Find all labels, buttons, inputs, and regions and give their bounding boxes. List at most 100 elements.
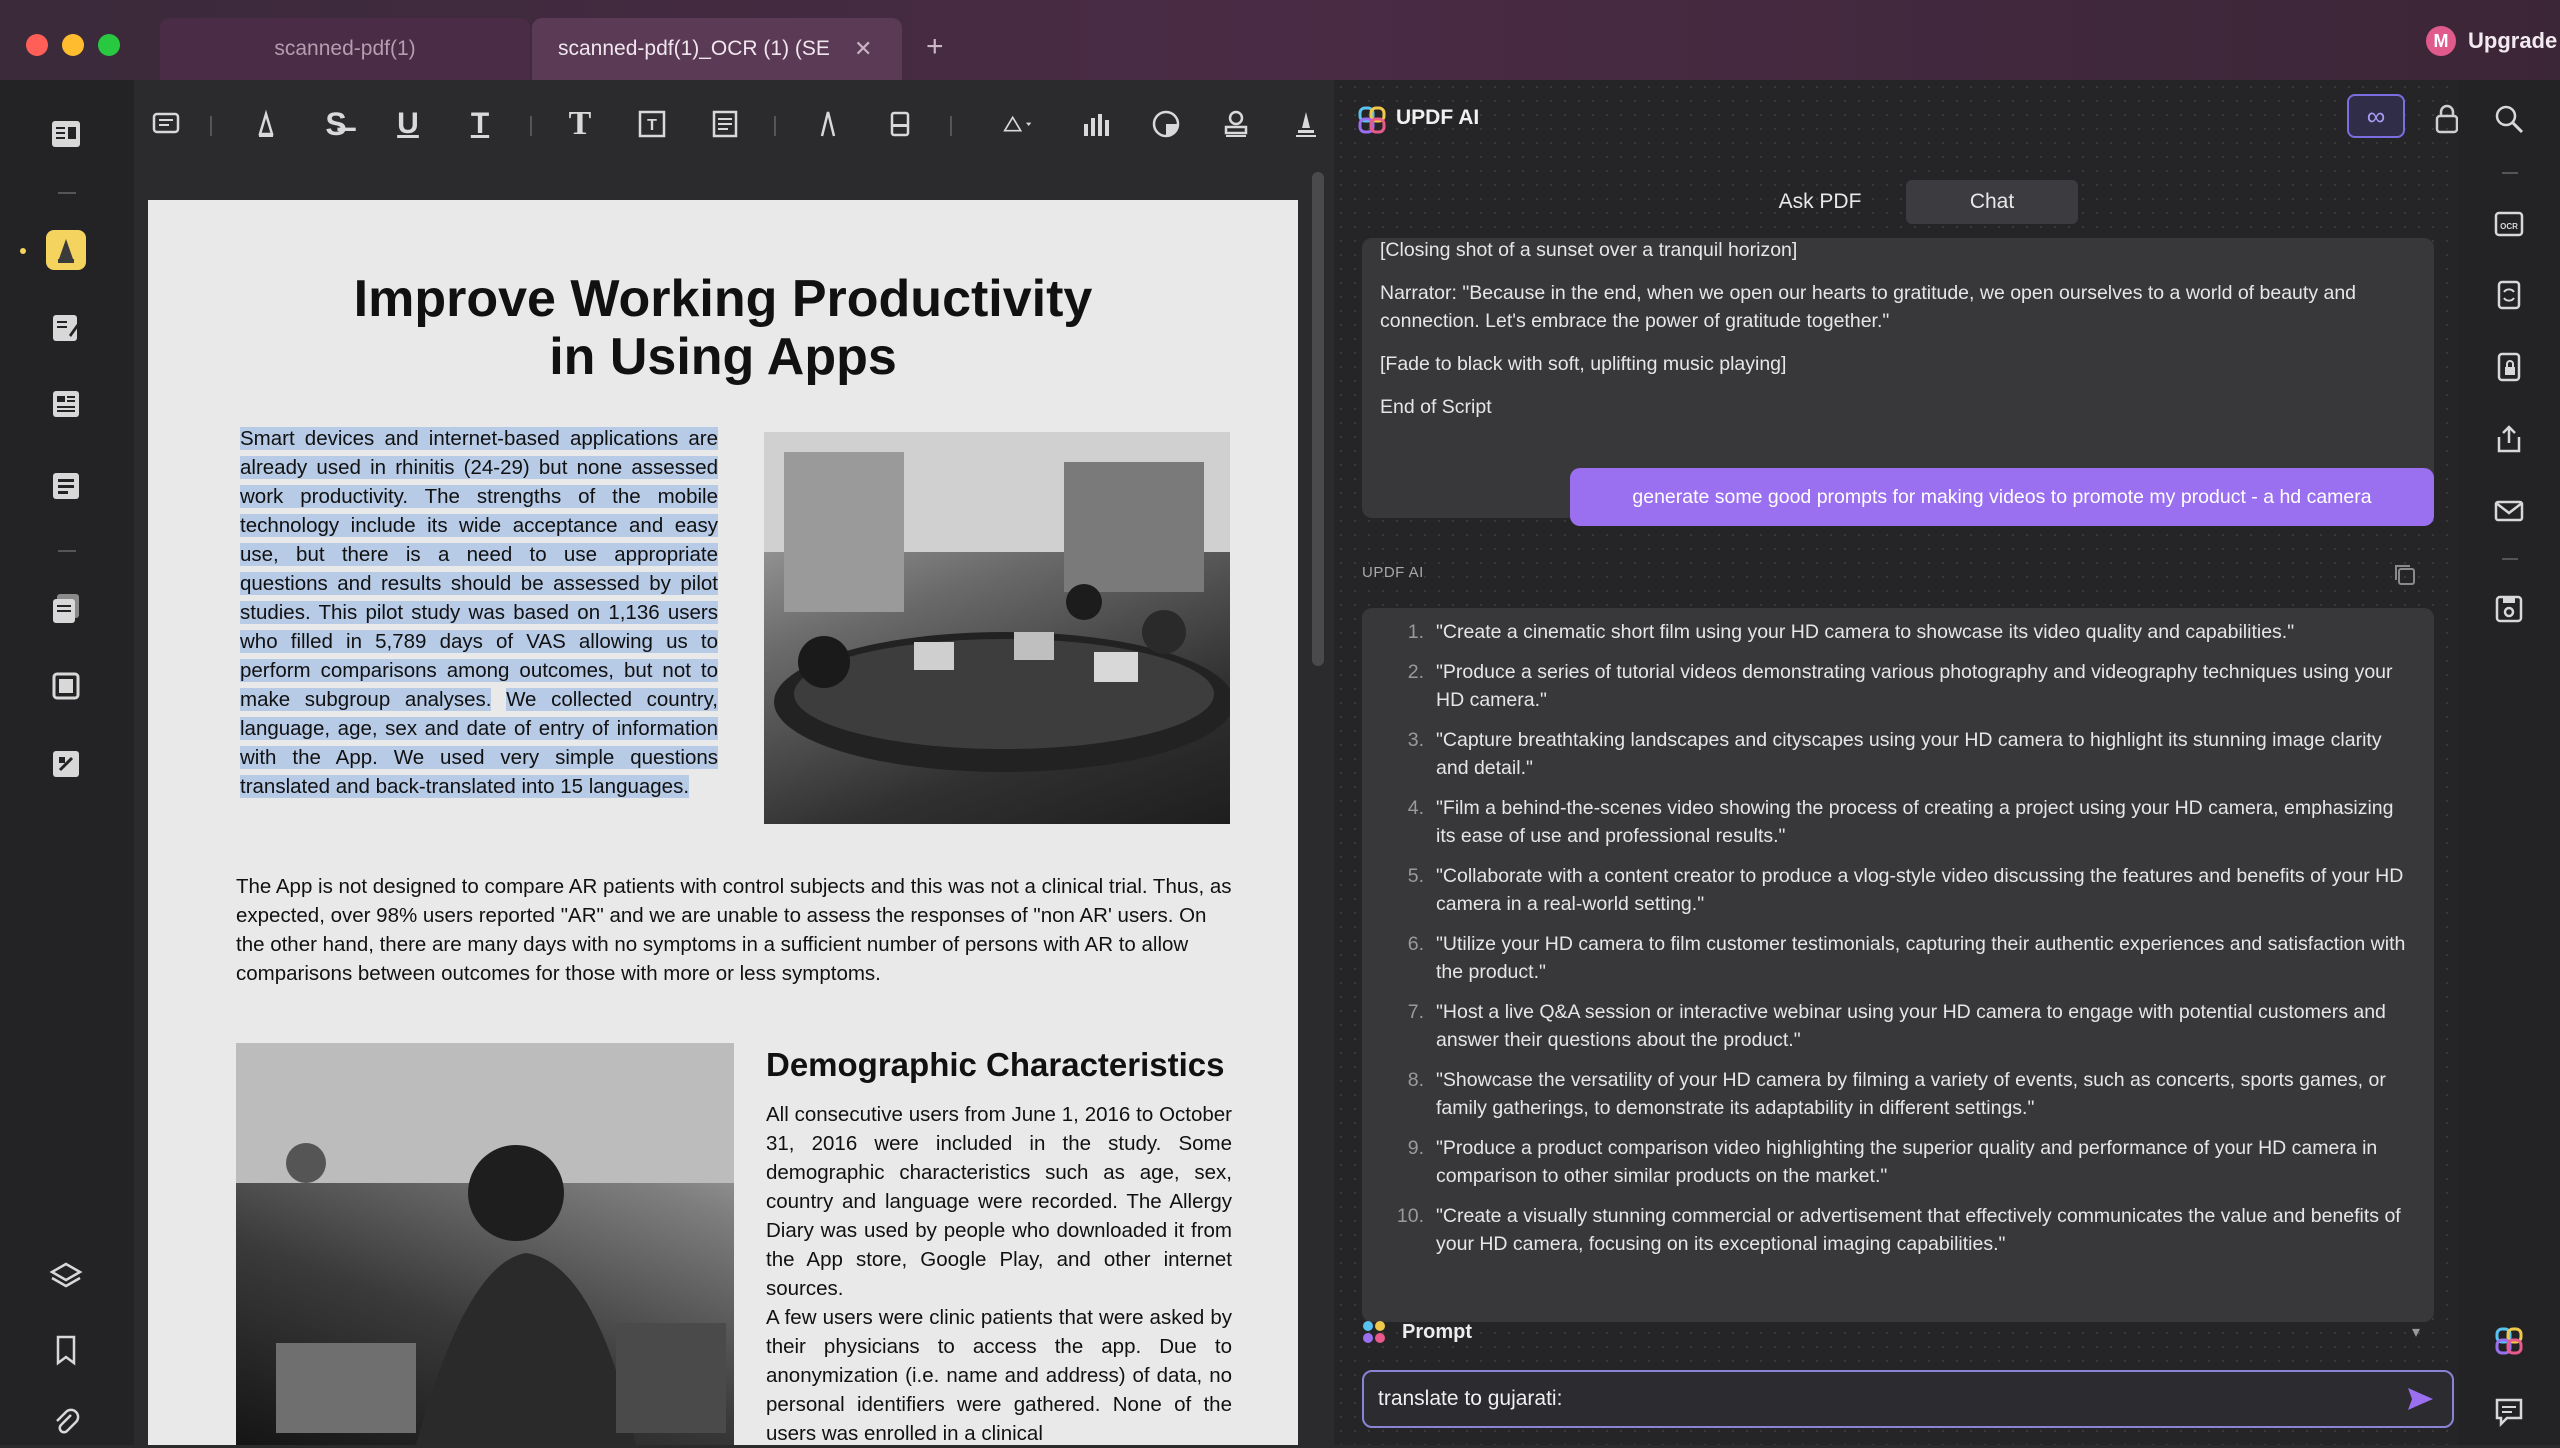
- tab-chat[interactable]: Chat: [1906, 180, 2078, 224]
- avatar: M: [2426, 26, 2456, 56]
- list-item: 10. "Create a visually stunning commercia…: [1380, 1202, 2416, 1258]
- updf-ai-icon[interactable]: [2490, 1322, 2528, 1360]
- convert-icon[interactable]: [2490, 276, 2528, 314]
- pdf-page[interactable]: Improve Working Productivity in Using Ap…: [148, 200, 1298, 1445]
- strikethrough-icon[interactable]: S̶: [314, 102, 358, 146]
- paragraph-text: All consecutive users from June 1, 2016 …: [766, 1100, 1232, 1448]
- send-button[interactable]: [2402, 1381, 2438, 1417]
- list-text: "Utilize your HD camera to film customer…: [1436, 933, 2406, 983]
- chevron-down-icon[interactable]: ▾: [2412, 1322, 2420, 1342]
- ai-response: 1. "Create a cinematic short film using y…: [1362, 608, 2434, 1322]
- document-scrollbar[interactable]: [1312, 172, 1324, 666]
- list-text: "Showcase the versatility of your HD cam…: [1436, 1069, 2386, 1119]
- stamp-icon[interactable]: [1214, 102, 1258, 146]
- unlimited-plan-button[interactable]: ∞: [2347, 94, 2405, 138]
- comment-mode-icon[interactable]: [46, 230, 86, 270]
- list-number: 4.: [1407, 797, 1424, 819]
- list-text: "Collaborate with a content creator to p…: [1436, 865, 2404, 915]
- responder-label: UPDF AI: [1362, 564, 1424, 581]
- edit-pdf-icon[interactable]: [46, 308, 86, 348]
- text-box-icon[interactable]: T: [630, 102, 674, 146]
- upgrade-button[interactable]: M Upgrade: [2426, 26, 2557, 56]
- list-text: "Host a live Q&A session or interactive …: [1436, 1001, 2386, 1051]
- text-icon[interactable]: T: [558, 102, 602, 146]
- minimize-window-button[interactable]: [62, 34, 84, 56]
- section-heading: Demographic Characteristics: [766, 1046, 1225, 1083]
- tab-scanned-pdf-ocr[interactable]: scanned-pdf(1)_OCR (1) (SE ✕: [532, 18, 902, 80]
- list-item: 2. "Produce a series of tutorial videos d…: [1380, 658, 2416, 714]
- signature-icon[interactable]: [1284, 102, 1328, 146]
- organize-pages-icon[interactable]: [46, 466, 86, 506]
- protect-pdf-icon[interactable]: [2490, 348, 2528, 386]
- share-icon[interactable]: [2490, 420, 2528, 458]
- highlighted-paragraph[interactable]: Smart devices and internet-based applica…: [240, 424, 718, 801]
- divider: [950, 116, 952, 136]
- ai-panel: UPDF AI ∞ Ask PDF Chat [Closing shot of …: [1334, 80, 2468, 1445]
- divider: [774, 116, 776, 136]
- search-icon[interactable]: [2490, 100, 2528, 138]
- attachment-icon[interactable]: [46, 1402, 86, 1442]
- close-tab-icon[interactable]: ✕: [854, 36, 872, 62]
- new-tab-button[interactable]: +: [926, 30, 944, 64]
- ocr-icon[interactable]: OCR: [2490, 204, 2528, 242]
- list-text: "Produce a series of tutorial videos dem…: [1436, 661, 2393, 711]
- active-indicator: [20, 248, 26, 254]
- send-icon: [2408, 1388, 2433, 1410]
- ai-header: UPDF AI ∞: [1334, 80, 2460, 160]
- eraser-icon[interactable]: [878, 102, 922, 146]
- list-number: 1.: [1407, 621, 1424, 643]
- title-line-2: in Using Apps: [549, 328, 897, 386]
- prompt-list: 1. "Create a cinematic short film using y…: [1380, 618, 2416, 1258]
- ocr-tool-icon[interactable]: [46, 588, 86, 628]
- prompt-selector[interactable]: Prompt ▾: [1360, 1312, 2440, 1352]
- maximize-window-button[interactable]: [98, 34, 120, 56]
- paragraph-text: A few users were clinic patients that we…: [766, 1306, 1232, 1445]
- response-line: Narrator: "Because in the end, when we o…: [1380, 282, 2357, 332]
- highlight-icon[interactable]: [244, 102, 288, 146]
- squiggly-icon[interactable]: T: [458, 102, 502, 146]
- pencil-icon[interactable]: [806, 102, 850, 146]
- list-text: "Film a behind-the-scenes video showing …: [1436, 797, 2394, 847]
- list-item: 4. "Film a behind-the-scenes video showin…: [1380, 794, 2416, 850]
- close-window-button[interactable]: [26, 34, 48, 56]
- text-callout-icon[interactable]: [702, 102, 746, 146]
- email-icon[interactable]: [2490, 492, 2528, 530]
- tab-scanned-pdf[interactable]: scanned-pdf(1): [160, 18, 530, 80]
- protect-icon[interactable]: [46, 744, 86, 784]
- save-icon[interactable]: [2490, 590, 2528, 628]
- list-item: 9. "Produce a product comparison video hi…: [1380, 1134, 2416, 1190]
- list-number: 5.: [1407, 865, 1424, 887]
- title-bar: scanned-pdf(1) scanned-pdf(1)_OCR (1) (S…: [0, 0, 2560, 80]
- list-item: 8. "Showcase the versatility of your HD c…: [1380, 1066, 2416, 1122]
- form-icon[interactable]: [46, 384, 86, 424]
- crop-pages-icon[interactable]: [46, 666, 86, 706]
- response-line: End of Script: [1380, 396, 1492, 418]
- bookmark-icon[interactable]: [46, 1330, 86, 1370]
- copy-icon[interactable]: [2392, 562, 2418, 588]
- list-item: 1. "Create a cinematic short film using y…: [1380, 618, 2416, 646]
- document-title: Improve Working Productivity in Using Ap…: [148, 270, 1298, 386]
- list-number: 6.: [1407, 933, 1424, 955]
- sticky-note-icon[interactable]: [144, 102, 188, 146]
- svg-text:OCR: OCR: [2500, 222, 2518, 231]
- chat-input[interactable]: [1378, 1387, 2402, 1411]
- reader-mode-icon[interactable]: [46, 114, 86, 154]
- list-item: 3. "Capture breathtaking landscapes and c…: [1380, 726, 2416, 782]
- response-line: [Fade to black with soft, uplifting musi…: [1380, 353, 1787, 375]
- lock-icon[interactable]: [2434, 104, 2460, 134]
- underline-icon[interactable]: U: [386, 102, 430, 146]
- sticker-icon[interactable]: [1144, 102, 1188, 146]
- shape-icon[interactable]: [986, 102, 1050, 146]
- layers-icon[interactable]: [46, 1256, 86, 1296]
- document-viewer[interactable]: Improve Working Productivity in Using Ap…: [134, 170, 1334, 1445]
- user-message: generate some good prompts for making vi…: [1570, 468, 2434, 526]
- comments-icon[interactable]: [2490, 1392, 2528, 1430]
- list-number: 10.: [1396, 1205, 1424, 1227]
- divider: [2502, 558, 2518, 560]
- list-text: "Produce a product comparison video high…: [1436, 1137, 2378, 1187]
- measure-icon[interactable]: [1074, 102, 1118, 146]
- list-number: 2.: [1407, 661, 1424, 683]
- response-line: [Closing shot of a sunset over a tranqui…: [1380, 239, 1798, 261]
- prompt-label: Prompt: [1402, 1320, 1472, 1343]
- tab-ask-pdf[interactable]: Ask PDF: [1734, 180, 1906, 224]
